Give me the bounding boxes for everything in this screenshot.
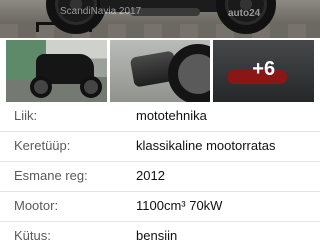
spec-label: Esmane reg: [14, 168, 88, 183]
watermark-text: ScandiNavia 2017 [60, 6, 142, 17]
spec-row-fuel: Kütus: bensiin [0, 222, 320, 240]
spec-value: 1100cm³ 70kW [136, 198, 223, 213]
thumbnail-wheel [30, 76, 52, 98]
thumbnail-2[interactable] [109, 40, 211, 102]
thumbnail-more[interactable]: +6 [213, 40, 315, 102]
spec-label: Liik: [14, 108, 38, 123]
spec-label: Kütus: [14, 228, 51, 240]
spec-value: bensiin [136, 228, 178, 240]
more-photos-count: +6 [252, 58, 276, 80]
spec-row-engine: Mootor: 1100cm³ 70kW [0, 192, 320, 222]
main-photo[interactable]: ScandiNavia 2017 auto24 [0, 0, 320, 38]
watermark-logo: auto24 [228, 8, 261, 19]
thumbnail-wheel [80, 76, 102, 98]
spec-row-type: Liik: mototehnika [0, 102, 320, 132]
spec-label: Mootor: [14, 198, 59, 213]
thumbnail-strip: +6 [6, 40, 315, 102]
spec-row-first-registration: Esmane reg: 2012 [0, 162, 320, 192]
spec-value: mototehnika [136, 108, 207, 123]
spec-label: Keretüüp: [14, 138, 71, 153]
spec-value: 2012 [136, 168, 165, 183]
spec-row-body-type: Keretüüp: klassikaline mootorratas [0, 132, 320, 162]
spec-list: Liik: mototehnika Keretüüp: klassikaline… [0, 102, 320, 240]
thumbnail-1[interactable] [6, 40, 107, 102]
tyre-detail [168, 44, 211, 102]
spec-value: klassikaline mootorratas [136, 138, 276, 153]
